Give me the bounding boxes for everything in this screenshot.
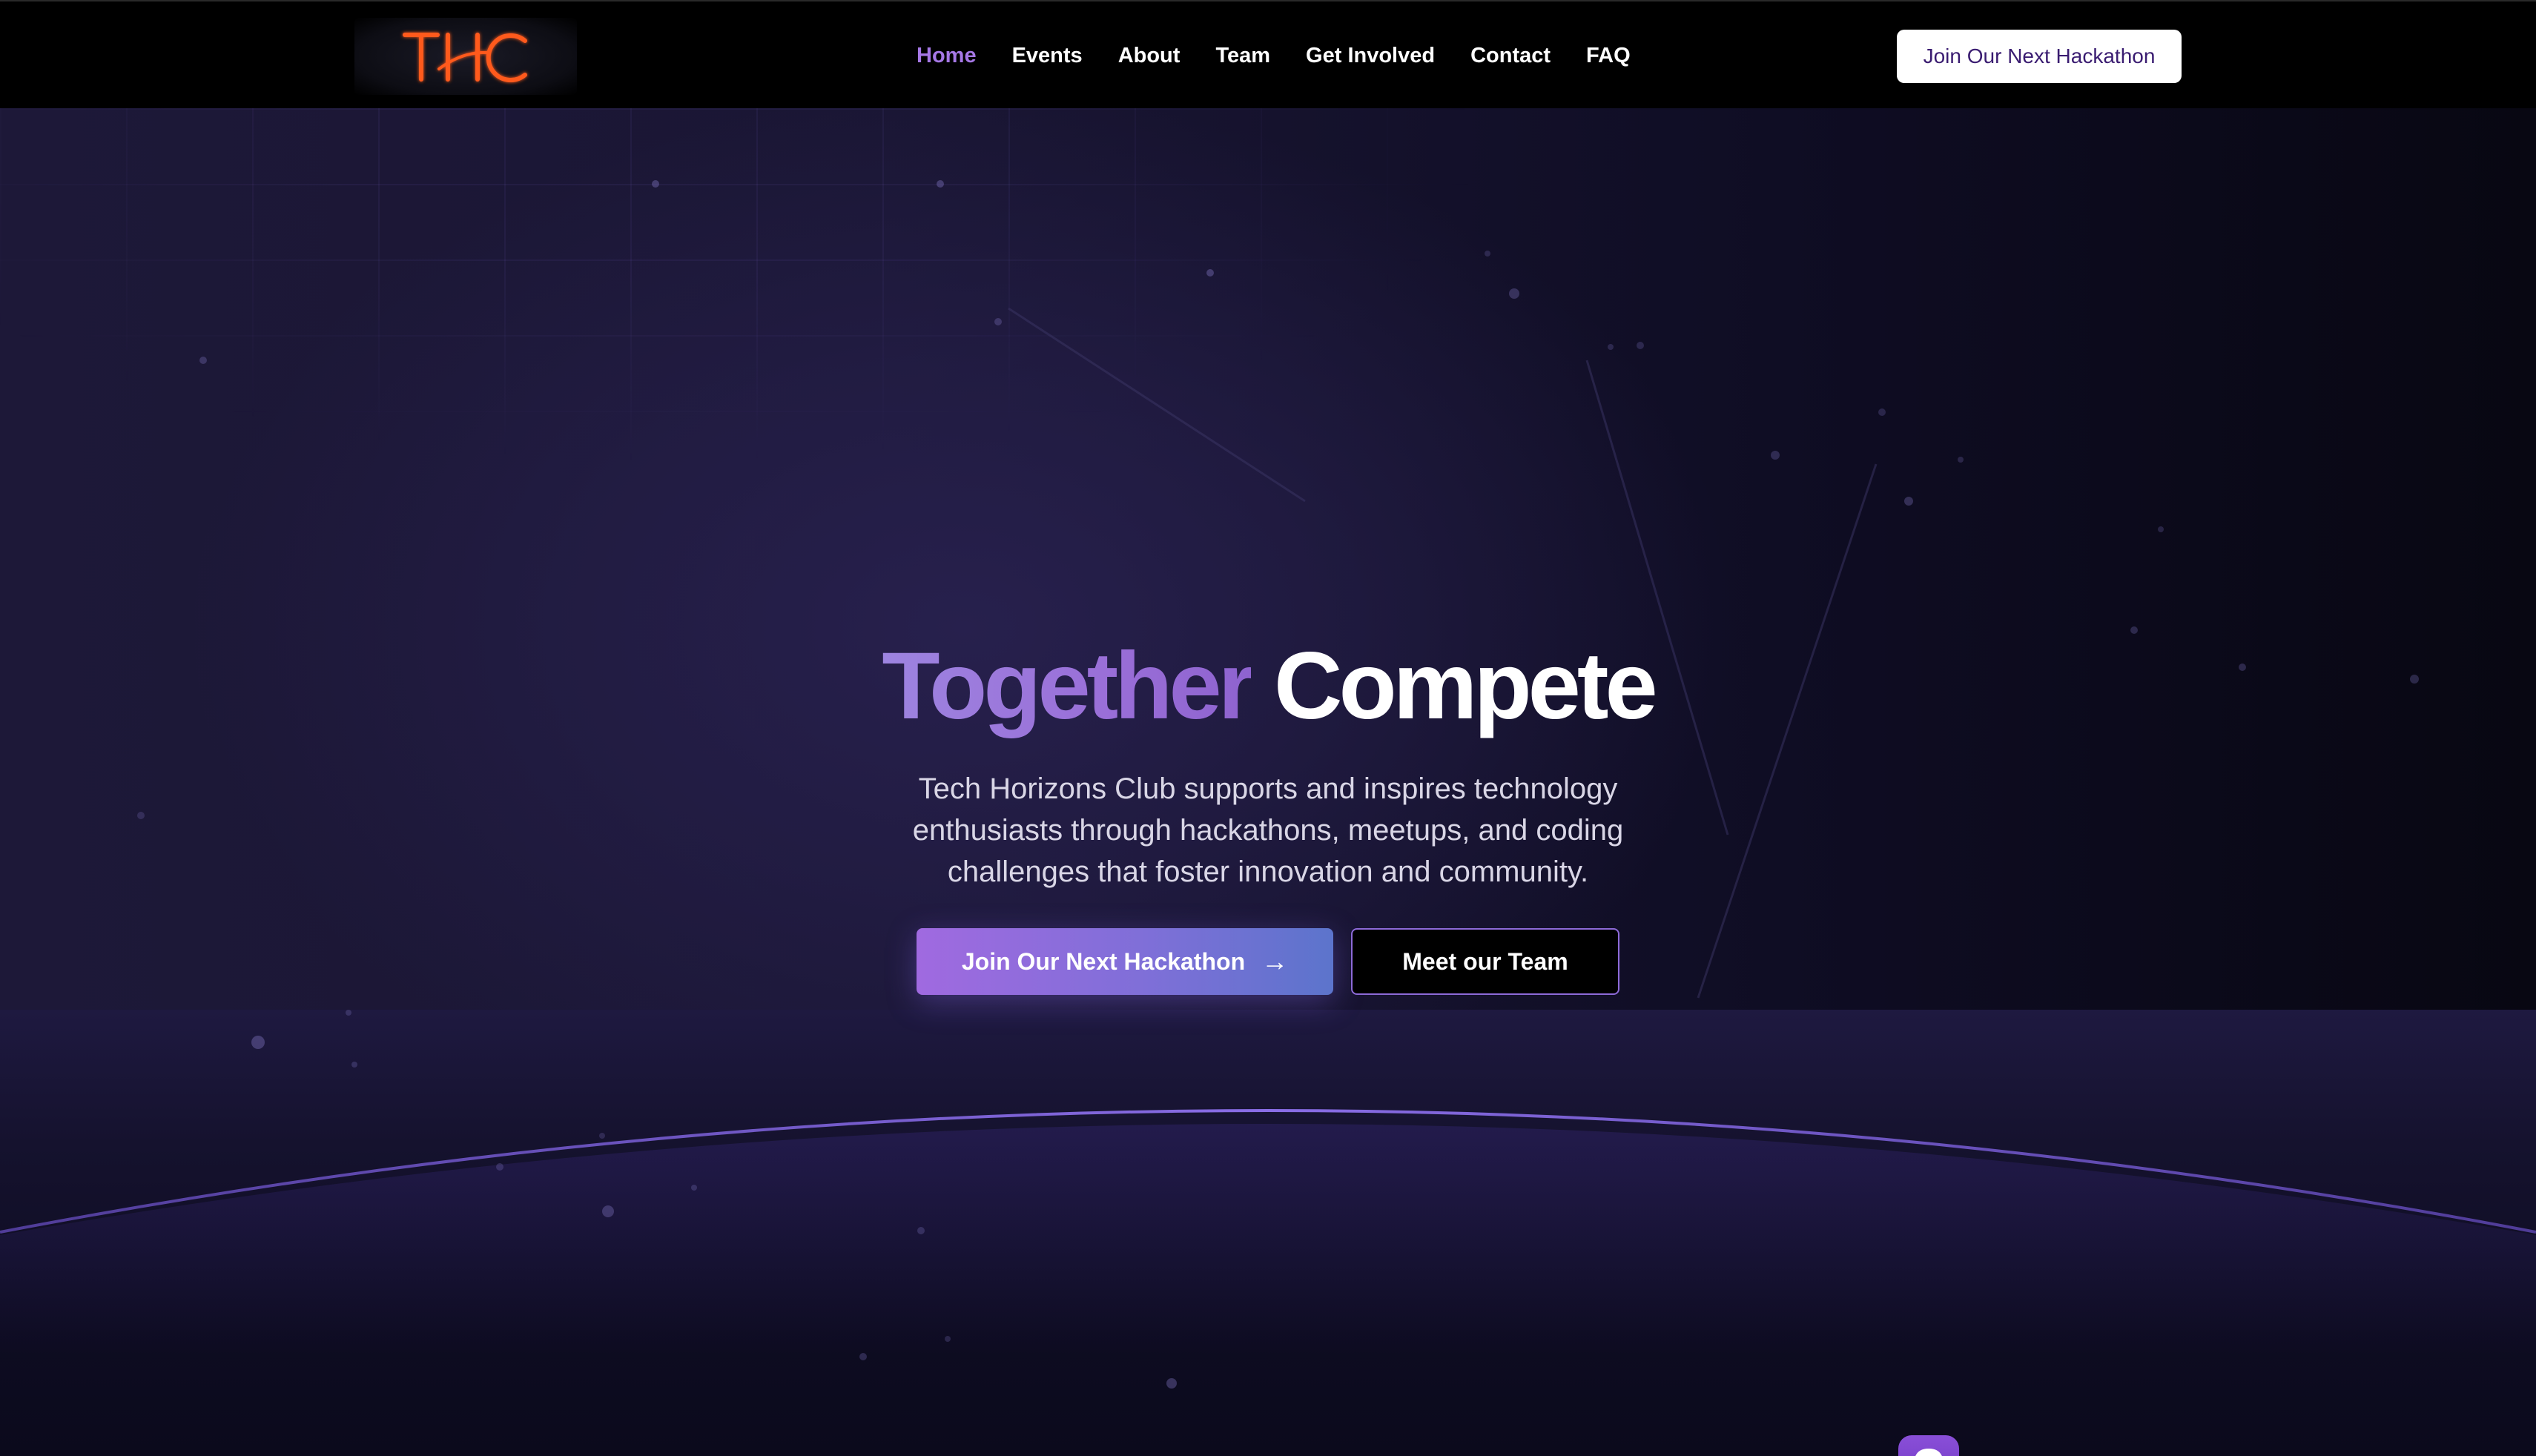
nav-link-faq[interactable]: FAQ [1586, 44, 1631, 68]
hero-lower-band [0, 1010, 2536, 1456]
grid-background [0, 108, 1528, 464]
nav-link-contact[interactable]: Contact [1470, 44, 1551, 68]
site-logo[interactable] [354, 18, 577, 95]
hero-section: Together Compete Tech Horizons Club supp… [0, 108, 2536, 1456]
main-nav: Home Events About Team Get Involved Cont… [917, 1, 1666, 110]
top-navbar: Home Events About Team Get Involved Cont… [0, 0, 2536, 108]
nav-link-team[interactable]: Team [1215, 44, 1270, 68]
nav-link-home[interactable]: Home [917, 44, 977, 68]
hero-description: Tech Horizons Club supports and inspires… [912, 772, 1624, 888]
hero-title-main: Compete [1274, 633, 1658, 739]
chat-widget-button[interactable] [1898, 1435, 1959, 1456]
hero-title-accent: Together [882, 633, 1255, 739]
arrow-right-icon: → [1261, 946, 1289, 976]
nav-link-get-involved[interactable]: Get Involved [1306, 44, 1435, 68]
thc-logo-icon [403, 33, 527, 82]
hero-title: Together Compete [0, 627, 2536, 746]
join-hackathon-button[interactable]: Join Our Next Hackathon → [917, 928, 1333, 995]
nav-link-events[interactable]: Events [1012, 44, 1083, 68]
meet-team-button[interactable]: Meet our Team [1351, 928, 1619, 995]
chat-bot-icon [1915, 1449, 1942, 1456]
nav-link-about[interactable]: About [1118, 44, 1181, 68]
join-hackathon-label: Join Our Next Hackathon [961, 947, 1246, 975]
nav-join-hackathon-button[interactable]: Join Our Next Hackathon [1897, 30, 2182, 83]
